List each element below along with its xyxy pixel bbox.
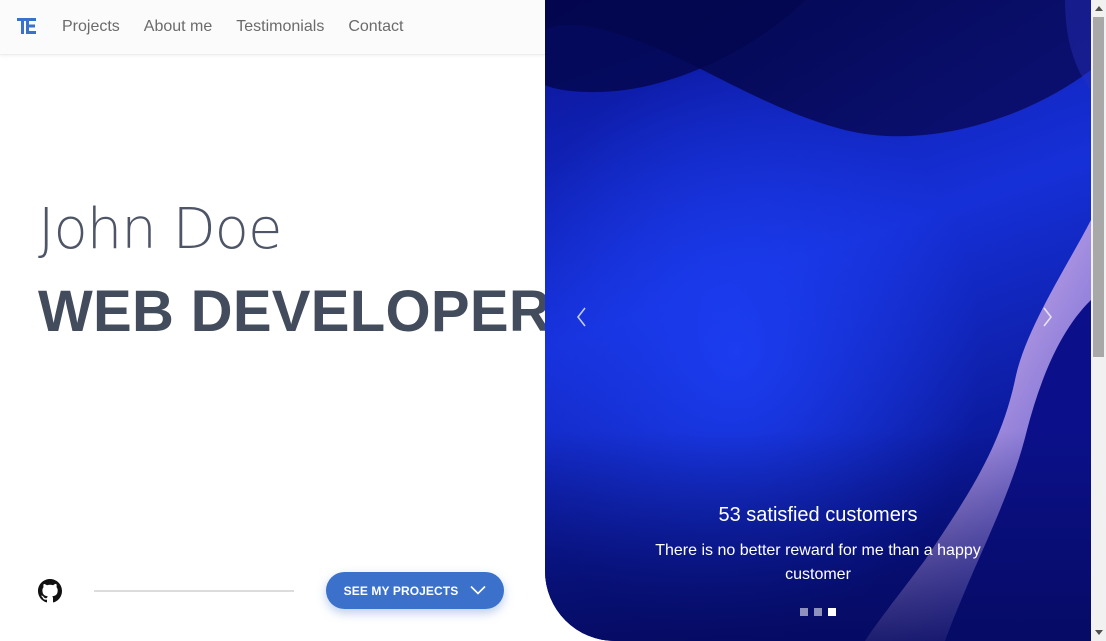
scroll-down-arrow-icon[interactable] (1091, 624, 1106, 641)
carousel-indicators (800, 608, 836, 616)
see-my-projects-button[interactable]: SEE MY PROJECTS (326, 572, 504, 609)
scroll-up-arrow-icon[interactable] (1091, 0, 1106, 17)
chevron-down-icon (470, 582, 486, 600)
hero-name: John Doe (38, 197, 282, 262)
nav-link-about-me[interactable]: About me (144, 18, 212, 36)
hero-section: Projects About me Testimonials Contact J… (0, 0, 560, 641)
scrollbar-thumb[interactable] (1093, 17, 1104, 357)
te-logo-icon[interactable] (17, 16, 37, 36)
hero-role: WEB DEVELOPER (38, 279, 552, 344)
carousel-indicator-3[interactable] (828, 608, 836, 616)
caption-title: 53 satisfied customers (718, 504, 918, 526)
nav-link-contact[interactable]: Contact (348, 18, 403, 36)
nav-link-testimonials[interactable]: Testimonials (236, 18, 324, 36)
divider-line (94, 590, 294, 592)
see-my-projects-label: SEE MY PROJECTS (343, 583, 459, 598)
caption-text: There is no better reward for me than a … (655, 542, 981, 583)
page-scrollbar[interactable] (1091, 0, 1106, 641)
nav-link-projects[interactable]: Projects (62, 18, 120, 36)
carousel-indicator-2[interactable] (814, 608, 822, 616)
carousel-caption: 53 satisfied customers There is no bette… (635, 504, 1001, 587)
testimonial-carousel: 53 satisfied customers There is no bette… (545, 0, 1091, 641)
carousel-indicator-1[interactable] (800, 608, 808, 616)
carousel-previous-button[interactable] (572, 304, 592, 330)
github-icon[interactable] (38, 579, 62, 603)
nav-links: Projects About me Testimonials Contact (62, 0, 403, 54)
carousel-next-button[interactable] (1037, 304, 1057, 330)
navbar: Projects About me Testimonials Contact (0, 0, 545, 55)
